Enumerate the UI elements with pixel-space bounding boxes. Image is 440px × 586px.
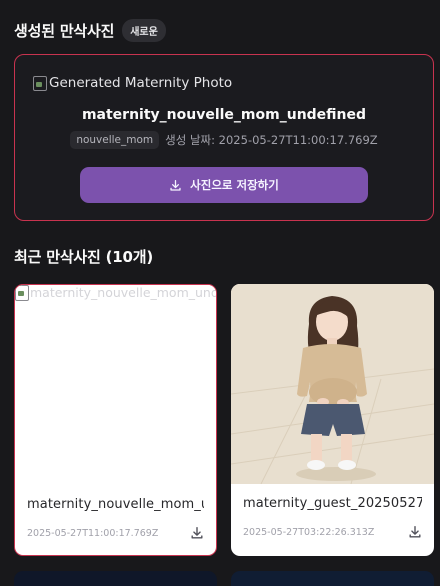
recent-photo-card[interactable]: maternity_nouvelle_mom_undefined materni…: [14, 284, 217, 556]
save-photo-label: 사진으로 저장하기: [190, 178, 279, 192]
download-icon[interactable]: [408, 525, 422, 539]
generated-photo-alt: Generated Maternity Photo: [49, 75, 233, 91]
thumbnail-alt: maternity_nouvelle_mom_undefined: [30, 285, 216, 300]
created-date: 생성 날짜: 2025-05-27T11:00:17.769Z: [165, 132, 378, 148]
download-icon[interactable]: [190, 526, 204, 540]
broken-image-icon: [33, 75, 47, 91]
recent-photo-thumbnail: maternity_nouvelle_mom_undefined: [15, 285, 216, 485]
recent-photo-date: 2025-05-27T11:00:17.769Z: [27, 528, 159, 539]
broken-thumbnail: maternity_nouvelle_mom_undefined: [15, 285, 216, 301]
recent-photos-title: 최근 만삭사진 (10개): [14, 248, 154, 266]
photo-name: maternity_nouvelle_mom_undefined: [81, 107, 367, 123]
photo-meta: nouvelle_mom 생성 날짜: 2025-05-27T11:00:17.…: [15, 131, 433, 149]
recent-photo-card-partial[interactable]: [14, 571, 217, 586]
save-photo-button[interactable]: 사진으로 저장하기: [80, 167, 368, 203]
photo-tag: nouvelle_mom: [70, 131, 160, 149]
generated-photo-card: Generated Maternity Photo maternity_nouv…: [14, 54, 434, 221]
recent-photo-name: maternity_nouvelle_mom_undefined: [27, 497, 204, 512]
section-header: 생성된 만삭사진 새로운: [14, 19, 166, 42]
maternity-illustration: [231, 284, 434, 484]
generated-photo-image: Generated Maternity Photo: [33, 75, 232, 91]
new-badge: 새로운: [122, 19, 166, 42]
download-icon: [170, 179, 181, 191]
recent-photo-card-partial[interactable]: [231, 571, 434, 586]
recent-photo-card[interactable]: maternity_guest_20250527 2025-05-27T03:2…: [231, 284, 434, 556]
recent-photo-name: maternity_guest_20250527: [243, 496, 422, 511]
page-title: 생성된 만삭사진: [14, 22, 115, 40]
created-label: 생성 날짜:: [165, 133, 216, 147]
created-value: 2025-05-27T11:00:17.769Z: [218, 133, 378, 147]
recent-photo-thumbnail: [231, 284, 434, 484]
recent-photo-date: 2025-05-27T03:22:26.313Z: [243, 527, 375, 538]
broken-image-icon: [15, 285, 29, 301]
